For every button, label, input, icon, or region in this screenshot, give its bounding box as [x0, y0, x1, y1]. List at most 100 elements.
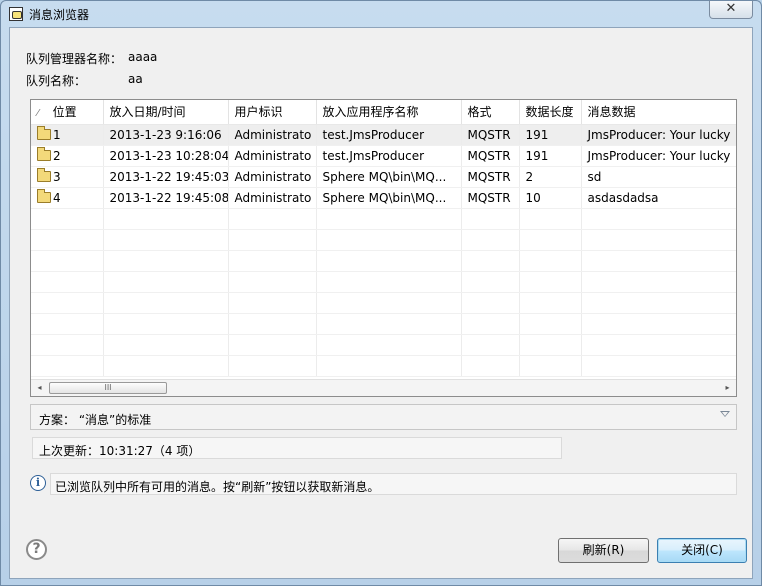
empty-cell — [31, 292, 104, 314]
cell-format: MQSTR — [461, 166, 520, 188]
empty-cell — [519, 208, 582, 230]
empty-cell — [316, 271, 462, 293]
last-update-text: 上次更新：10:31:27（4 项） — [39, 444, 201, 458]
cell-user-id: Administrato — [228, 187, 317, 209]
column-header-put-datetime[interactable]: 放入日期/时间 — [103, 100, 229, 125]
empty-cell — [31, 313, 104, 335]
title-bar[interactable]: 消息浏览器 ✕ — [1, 1, 761, 27]
message-table[interactable]: ⁄ 位置 放入日期/时间 用户标识 放入应用程序名称 格式 数据长度 消息数据 1… — [30, 99, 737, 397]
scroll-right-icon[interactable]: ▸ — [719, 380, 736, 396]
empty-cell — [461, 208, 520, 230]
empty-cell — [581, 250, 736, 272]
cell-position: 4 — [31, 187, 104, 209]
scroll-left-icon[interactable]: ◂ — [31, 380, 48, 396]
cell-data: JmsProducer: Your lucky — [581, 124, 736, 146]
column-header-position[interactable]: ⁄ 位置 — [31, 100, 104, 125]
empty-cell — [581, 355, 736, 377]
info-icon: i — [30, 475, 46, 491]
empty-cell — [519, 334, 582, 356]
empty-cell — [103, 229, 229, 251]
empty-cell — [103, 334, 229, 356]
empty-cell — [103, 355, 229, 377]
cell-data: sd — [581, 166, 736, 188]
help-icon[interactable]: ? — [26, 539, 47, 560]
cell-app-name: Sphere MQ\bin\MQ... — [316, 187, 462, 209]
cell-position: 1 — [31, 124, 104, 146]
refresh-button[interactable]: 刷新(R) — [558, 538, 649, 563]
message-icon — [37, 146, 51, 161]
cell-length: 191 — [519, 124, 582, 146]
empty-cell — [461, 334, 520, 356]
empty-cell — [228, 250, 317, 272]
cell-format: MQSTR — [461, 187, 520, 209]
empty-cell — [228, 313, 317, 335]
empty-cell — [31, 271, 104, 293]
cell-put-datetime: 2013-1-23 10:28:04 — [103, 145, 229, 167]
cell-put-datetime: 2013-1-23 9:16:06 — [103, 124, 229, 146]
cell-user-id: Administrato — [228, 145, 317, 167]
message-icon — [37, 167, 51, 182]
cell-length: 10 — [519, 187, 582, 209]
empty-cell — [316, 334, 462, 356]
info-message: 已浏览队列中所有可用的消息。按“刷新”按钮以获取新消息。 — [55, 480, 380, 494]
empty-cell — [316, 292, 462, 314]
chevron-down-icon[interactable] — [720, 411, 730, 417]
empty-cell — [316, 208, 462, 230]
empty-cell — [228, 208, 317, 230]
cell-put-datetime: 2013-1-22 19:45:03 — [103, 166, 229, 188]
column-header-app-name[interactable]: 放入应用程序名称 — [316, 100, 462, 125]
table-row[interactable]: 4 2013-1-22 19:45:08 Administrato Sphere MQ… — [31, 187, 736, 209]
window-title: 消息浏览器 — [29, 8, 90, 22]
column-header-length[interactable]: 数据长度 — [519, 100, 582, 125]
column-header-user-id[interactable]: 用户标识 — [228, 100, 317, 125]
table-row[interactable]: 2 2013-1-23 10:28:04 Administrato test.JmsP… — [31, 145, 736, 167]
cell-position: 3 — [31, 166, 104, 188]
sort-icon: ⁄ — [37, 108, 39, 120]
empty-row — [31, 208, 736, 230]
empty-cell — [31, 208, 104, 230]
empty-cell — [228, 355, 317, 377]
empty-cell — [461, 292, 520, 314]
horizontal-scrollbar[interactable]: ◂ III ▸ — [31, 379, 736, 396]
cell-data: JmsProducer: Your lucky — [581, 145, 736, 167]
empty-row — [31, 355, 736, 377]
empty-cell — [316, 313, 462, 335]
cell-app-name: test.JmsProducer — [316, 145, 462, 167]
window-close-button[interactable]: ✕ — [709, 1, 753, 19]
empty-cell — [519, 313, 582, 335]
empty-cell — [103, 292, 229, 314]
message-icon — [37, 125, 51, 140]
last-update-status: 上次更新：10:31:27（4 项） — [32, 437, 562, 459]
empty-row — [31, 229, 736, 251]
column-header-format[interactable]: 格式 — [461, 100, 520, 125]
dialog-client-area: 队列管理器名称： aaaa 队列名称： aa ⁄ 位置 放入日期/时间 用户标识 … — [9, 27, 753, 579]
close-button[interactable]: 关闭(C) — [657, 538, 747, 563]
scheme-label: 方案： “消息”的标准 — [39, 413, 152, 427]
empty-cell — [31, 250, 104, 272]
empty-cell — [103, 271, 229, 293]
empty-cell — [581, 313, 736, 335]
scheme-selector[interactable]: 方案： “消息”的标准 — [30, 404, 737, 430]
empty-cell — [581, 229, 736, 251]
empty-cell — [228, 292, 317, 314]
cell-user-id: Administrato — [228, 124, 317, 146]
cell-length: 2 — [519, 166, 582, 188]
table-row[interactable]: 3 2013-1-22 19:45:03 Administrato Sphere MQ… — [31, 166, 736, 188]
empty-row — [31, 334, 736, 356]
empty-cell — [461, 229, 520, 251]
empty-cell — [581, 208, 736, 230]
empty-row — [31, 271, 736, 293]
empty-cell — [519, 355, 582, 377]
empty-row — [31, 313, 736, 335]
empty-cell — [316, 355, 462, 377]
empty-cell — [103, 208, 229, 230]
scroll-thumb[interactable]: III — [49, 382, 167, 394]
empty-cell — [31, 334, 104, 356]
app-icon — [9, 7, 23, 21]
column-header-data[interactable]: 消息数据 — [581, 100, 736, 125]
empty-cell — [103, 313, 229, 335]
empty-cell — [228, 229, 317, 251]
table-row[interactable]: 1 2013-1-23 9:16:06 Administrato test.JmsPr… — [31, 124, 736, 146]
table-header: ⁄ 位置 放入日期/时间 用户标识 放入应用程序名称 格式 数据长度 消息数据 — [31, 100, 736, 125]
queue-manager-label: 队列管理器名称： — [26, 52, 123, 66]
